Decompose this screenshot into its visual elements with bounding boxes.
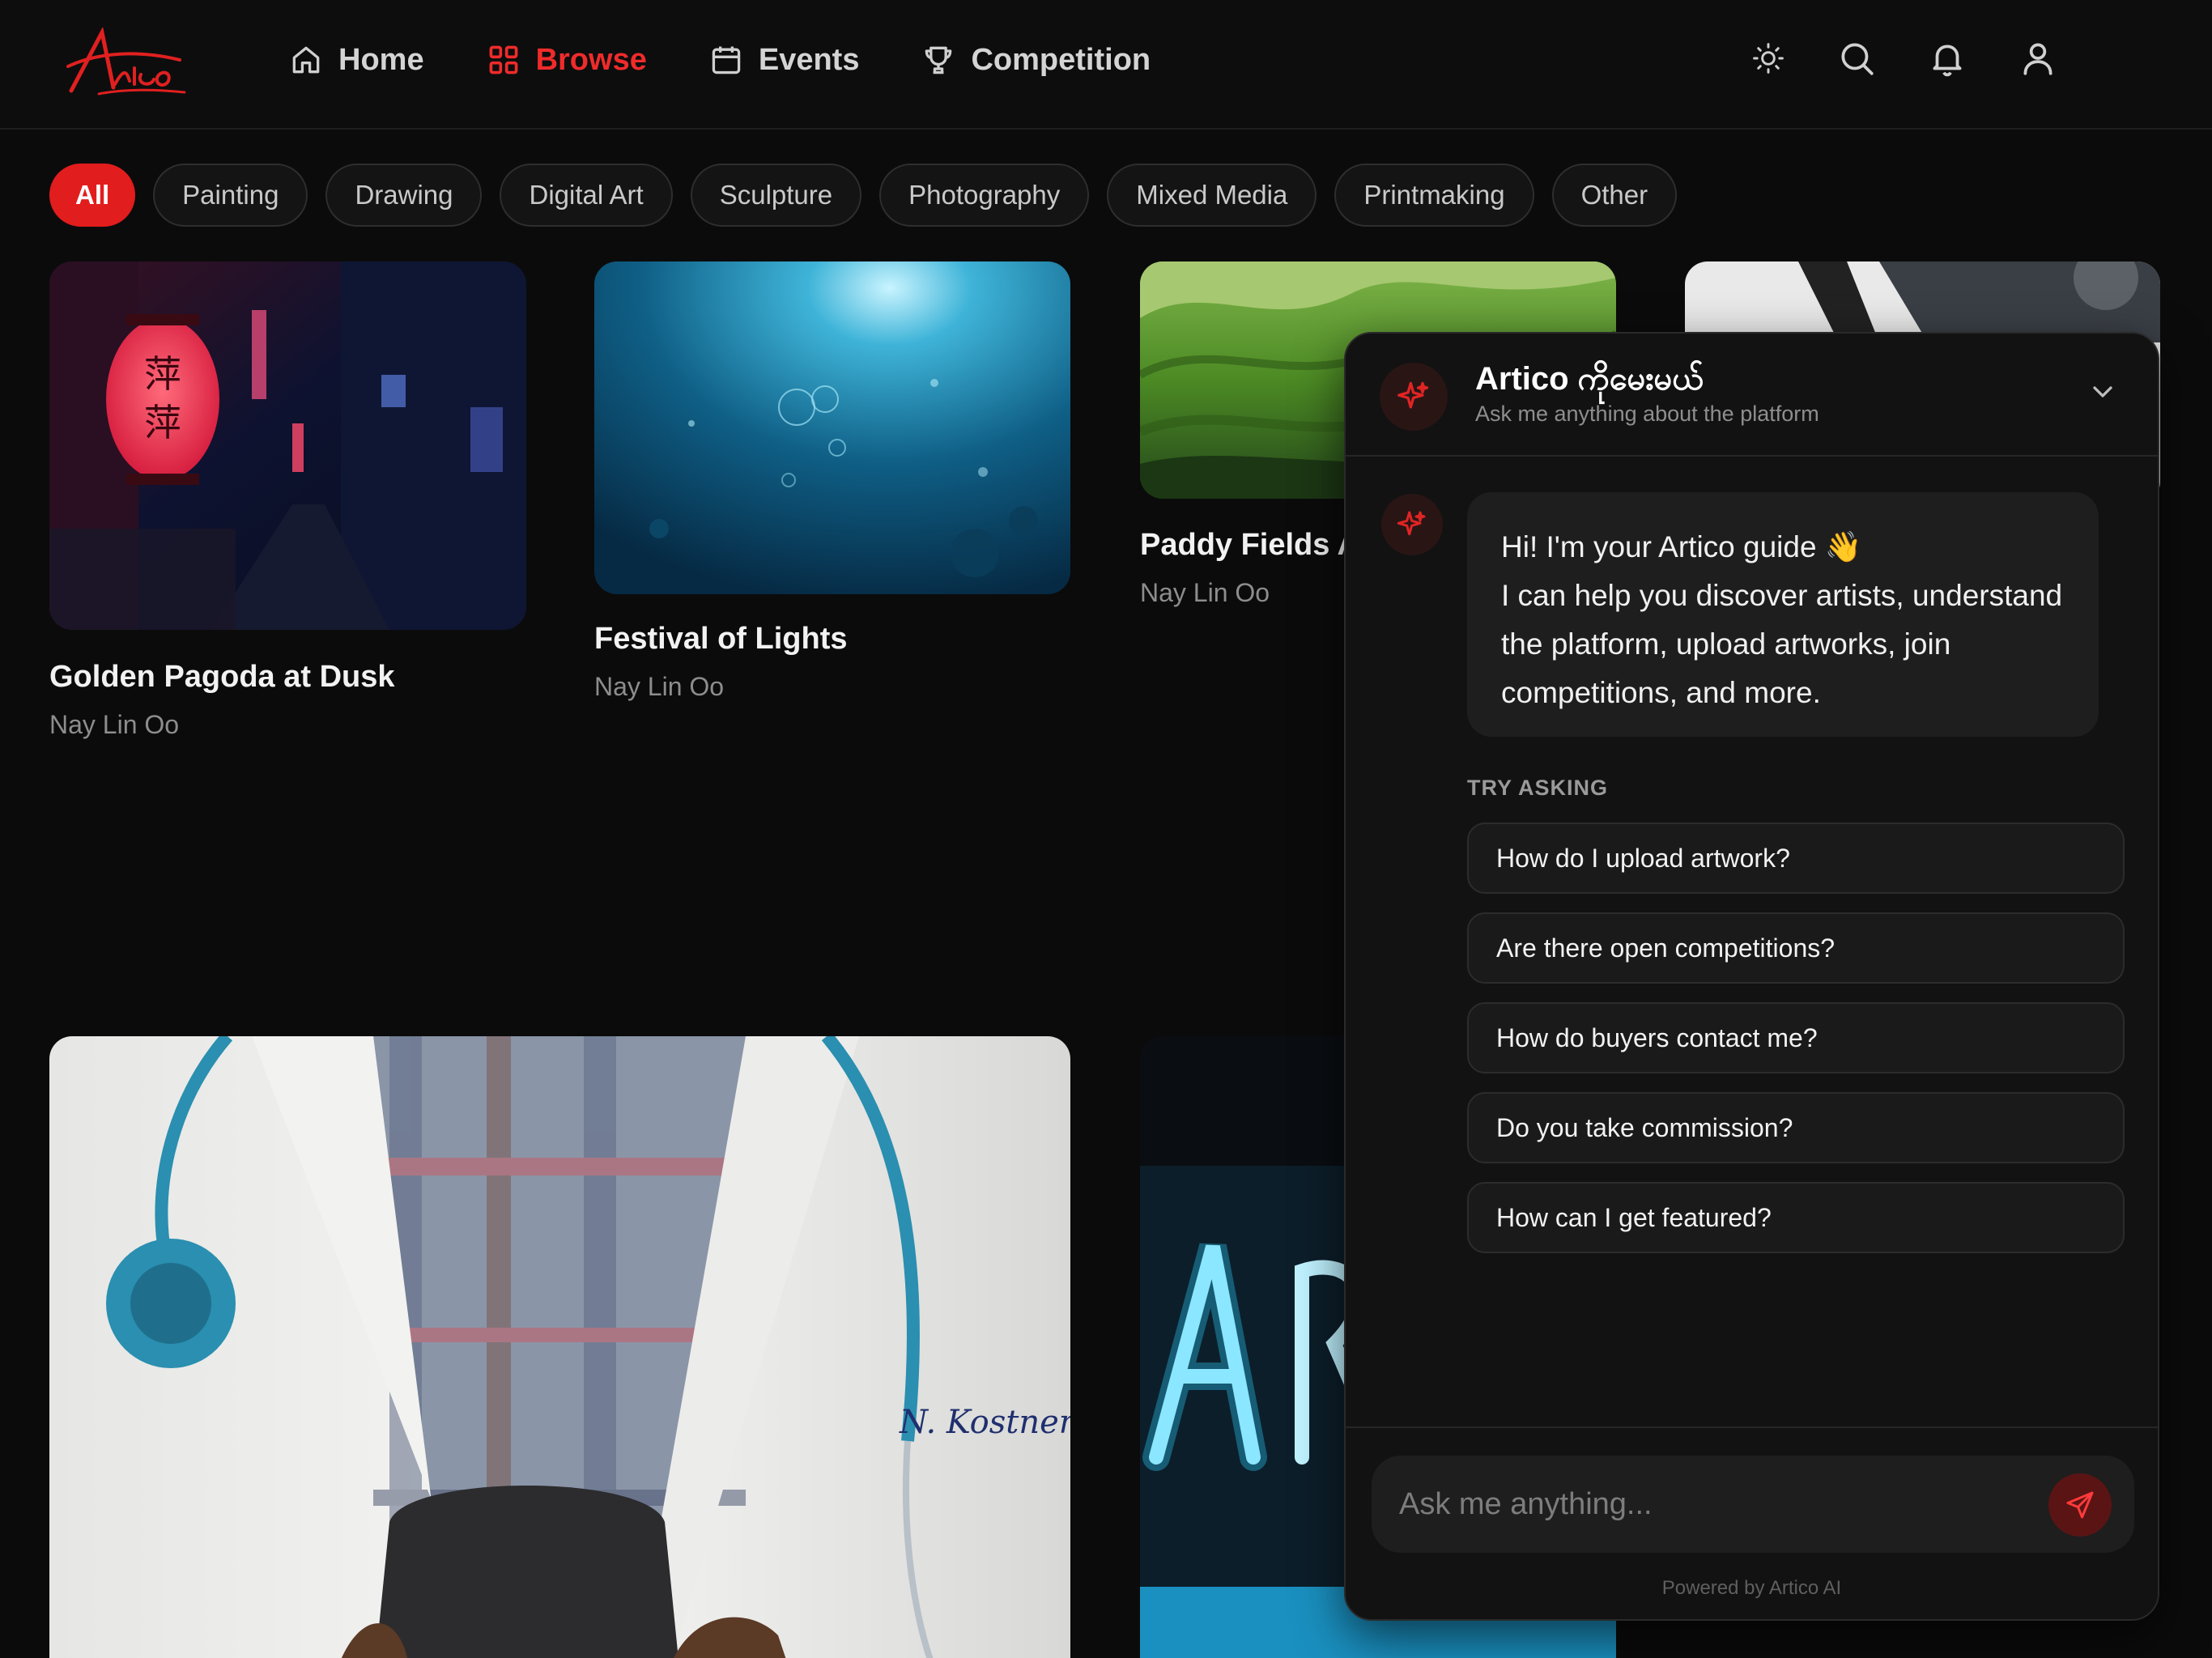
svg-text:萍: 萍 (144, 401, 181, 444)
ai-chat-panel: Artico ကိုမေးမယ် Ask me anything about t… (1344, 332, 2159, 1621)
chevron-down-icon (2093, 386, 2112, 397)
ai-message-avatar (1381, 494, 1443, 555)
artwork-artist[interactable]: Nay Lin Oo (49, 710, 179, 740)
artico-logo[interactable] (66, 26, 188, 97)
sun-icon (1753, 42, 1784, 74)
chat-input[interactable] (1372, 1456, 2134, 1553)
suggestion-upload-artwork[interactable]: How do I upload artwork? (1467, 823, 2125, 894)
filter-photography[interactable]: Photography (879, 164, 1090, 227)
chat-header: Artico ကိုမေးမယ် Ask me anything about t… (1346, 334, 2158, 457)
home-icon (292, 46, 320, 74)
artwork-card-image[interactable]: N. Kostner, M.D. (49, 1036, 1070, 1658)
greeting-line: Hi! I'm your Artico guide 👋 (1501, 530, 1862, 563)
top-actions (1750, 0, 2058, 120)
filter-painting[interactable]: Painting (153, 164, 308, 227)
chat-subtitle: Ask me anything about the platform (1475, 402, 1819, 426)
suggestion-get-featured[interactable]: How can I get featured? (1467, 1182, 2125, 1253)
sparkle-icon (1397, 511, 1426, 536)
nav-events[interactable]: Events (708, 42, 860, 78)
nav-home[interactable]: Home (288, 42, 424, 78)
ai-greeting-message: Hi! I'm your Artico guide 👋 I can help y… (1467, 492, 2099, 737)
nav-competition-label: Competition (971, 42, 1151, 77)
filter-sculpture[interactable]: Sculpture (690, 164, 862, 227)
nav-competition[interactable]: Competition (921, 42, 1151, 78)
artwork-card-image[interactable] (594, 261, 1070, 594)
nav-events-label: Events (758, 42, 860, 77)
send-message-button[interactable] (2048, 1473, 2112, 1537)
artwork-title[interactable]: Paddy Fields A (1140, 528, 1359, 563)
powered-by-text: Powered by Artico AI (1661, 1577, 1842, 1599)
search-icon (1841, 42, 1874, 75)
filter-other[interactable]: Other (1551, 164, 1678, 227)
search-button[interactable] (1836, 38, 1877, 83)
filter-all[interactable]: All (49, 164, 136, 227)
try-asking-label: TRY ASKING (1467, 776, 1609, 800)
top-navigation-bar: Home Browse Events Competition (0, 0, 2212, 130)
collapse-chat-button[interactable] (2087, 376, 2119, 408)
artwork-card-image[interactable]: 萍 萍 (49, 261, 526, 630)
filter-digital-art[interactable]: Digital Art (500, 164, 673, 227)
svg-text:N. Kostner, M.D.: N. Kostner, M.D. (899, 1404, 1070, 1441)
filter-drawing[interactable]: Drawing (325, 164, 483, 227)
profile-button[interactable] (2018, 38, 2058, 83)
chat-title: Artico ကိုမေးမယ် (1475, 361, 1704, 397)
user-icon (2023, 42, 2052, 75)
suggestion-commission[interactable]: Do you take commission? (1467, 1092, 2125, 1163)
greeting-body: I can help you discover artists, underst… (1501, 579, 2063, 709)
suggestion-buyers-contact[interactable]: How do buyers contact me? (1467, 1002, 2125, 1073)
sparkle-icon (1397, 381, 1429, 409)
nav-browse[interactable]: Browse (486, 42, 647, 78)
suggestion-open-competitions[interactable]: Are there open competitions? (1467, 912, 2125, 984)
ai-avatar (1380, 363, 1448, 431)
send-icon (2066, 1491, 2094, 1519)
nav-browse-label: Browse (535, 42, 647, 77)
trophy-icon (925, 46, 952, 74)
artwork-title[interactable]: Festival of Lights (594, 622, 847, 657)
filter-mixed-media[interactable]: Mixed Media (1107, 164, 1317, 227)
chat-footer: Powered by Artico AI (1346, 1426, 2158, 1619)
artwork-title[interactable]: Golden Pagoda at Dusk (49, 660, 395, 695)
nav-home-label: Home (338, 42, 424, 77)
main-nav: Home Browse Events Competition (288, 0, 1151, 120)
svg-text:萍: 萍 (144, 352, 181, 396)
filter-printmaking[interactable]: Printmaking (1334, 164, 1534, 227)
grid-icon (489, 45, 517, 74)
category-filters: All Painting Drawing Digital Art Sculptu… (49, 164, 1678, 227)
artwork-artist[interactable]: Nay Lin Oo (594, 672, 724, 702)
bell-icon (1933, 45, 1962, 76)
notifications-button[interactable] (1927, 38, 1967, 83)
calendar-icon (712, 46, 741, 74)
artwork-artist[interactable]: Nay Lin Oo (1140, 578, 1270, 608)
theme-toggle-button[interactable] (1750, 40, 1786, 80)
